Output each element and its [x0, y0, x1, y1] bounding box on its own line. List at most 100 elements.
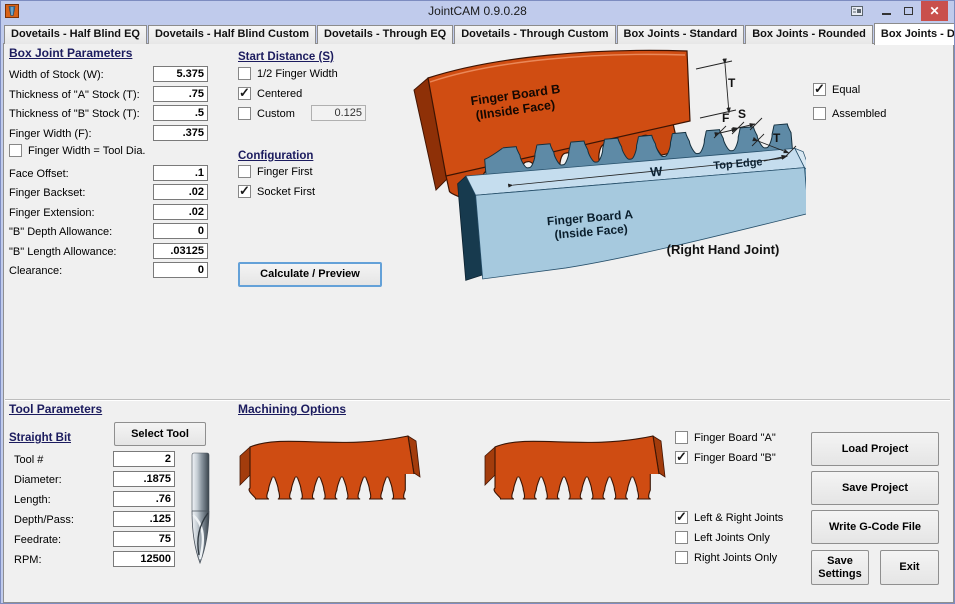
load-project-button[interactable]: Load Project: [811, 432, 939, 466]
right-joints-only-label: Right Joints Only: [694, 552, 777, 564]
svg-text:W: W: [650, 164, 664, 180]
centered-checkbox[interactable]: [238, 87, 251, 100]
dim-t-right-label: T: [773, 131, 781, 145]
b-length-allowance-input[interactable]: [153, 243, 208, 259]
finger-board-b-option-label: Finger Board "B": [694, 452, 776, 464]
save-project-button[interactable]: Save Project: [811, 471, 939, 505]
calculate-preview-button[interactable]: Calculate / Preview: [238, 262, 382, 287]
clearance-label: Clearance:: [9, 265, 62, 277]
width-of-stock-label: Width of Stock (W):: [9, 69, 104, 81]
router-bit-image: [179, 451, 223, 569]
maximize-icon: [904, 7, 913, 15]
b-depth-allowance-input[interactable]: [153, 223, 208, 239]
select-tool-button[interactable]: Select Tool: [114, 422, 206, 446]
socket-first-checkbox[interactable]: [238, 185, 251, 198]
tab-box-joints-standard[interactable]: Box Joints - Standard: [617, 25, 745, 44]
finger-board-a-checkbox[interactable]: [675, 431, 688, 444]
custom-label: Custom: [257, 108, 295, 120]
diameter-label: Diameter:: [14, 474, 62, 486]
finger-backset-input[interactable]: [153, 184, 208, 200]
configuration-heading: Configuration: [238, 150, 313, 162]
jointcam-window: JointCAM 0.9.0.28 ✕ Dovetails - Half Bli…: [0, 0, 955, 604]
dim-s-label: S: [738, 107, 746, 121]
finger-extension-label: Finger Extension:: [9, 207, 95, 219]
left-right-joints-checkbox[interactable]: [675, 511, 688, 524]
thickness-a-input[interactable]: [153, 86, 208, 102]
left-joints-only-label: Left Joints Only: [694, 532, 770, 544]
close-button[interactable]: ✕: [921, 1, 948, 21]
custom-checkbox[interactable]: [238, 107, 251, 120]
tab-dovetails-half-blind-eq[interactable]: Dovetails - Half Blind EQ: [4, 25, 147, 44]
tab-dovetails-through-eq[interactable]: Dovetails - Through EQ: [317, 25, 453, 44]
tool-number-input[interactable]: [113, 451, 175, 467]
half-finger-width-checkbox[interactable]: [238, 67, 251, 80]
rpm-label: RPM:: [14, 554, 42, 566]
rpm-input[interactable]: [113, 551, 175, 567]
tab-dovetails-through-custom[interactable]: Dovetails - Through Custom: [454, 25, 615, 44]
tool-number-label: Tool #: [14, 454, 43, 466]
close-icon: ✕: [929, 5, 939, 17]
dim-t-top-label: T: [728, 76, 736, 90]
machined-board-preview-left: [238, 425, 433, 515]
tab-dovetails-half-blind-custom[interactable]: Dovetails - Half Blind Custom: [148, 25, 316, 44]
b-depth-allowance-label: "B" Depth Allowance:: [9, 226, 112, 238]
equal-label: Equal: [832, 84, 860, 96]
assembled-checkbox[interactable]: [813, 107, 826, 120]
socket-first-label: Socket First: [257, 186, 315, 198]
custom-start-distance-input[interactable]: [311, 105, 366, 121]
left-right-joints-label: Left & Right Joints: [694, 512, 783, 524]
centered-label: Centered: [257, 88, 302, 100]
width-of-stock-input[interactable]: [153, 66, 208, 82]
assembled-label: Assembled: [832, 108, 886, 120]
right-hand-joint-label: (Right Hand Joint): [667, 242, 780, 257]
length-label: Length:: [14, 494, 51, 506]
feedrate-input[interactable]: [113, 531, 175, 547]
face-offset-input[interactable]: [153, 165, 208, 181]
machining-options-heading: Machining Options: [238, 402, 346, 416]
equal-checkbox[interactable]: [813, 83, 826, 96]
half-finger-width-label: 1/2 Finger Width: [257, 68, 338, 80]
finger-width-label: Finger Width (F):: [9, 128, 92, 140]
left-joints-only-checkbox[interactable]: [675, 531, 688, 544]
right-joints-only-checkbox[interactable]: [675, 551, 688, 564]
finger-width-tool-dia-checkbox[interactable]: [9, 144, 22, 157]
finger-first-label: Finger First: [257, 166, 313, 178]
save-settings-button[interactable]: Save Settings: [811, 550, 869, 585]
feedrate-label: Feedrate:: [14, 534, 61, 546]
bottom-group-divider: [5, 399, 950, 401]
diameter-input[interactable]: [113, 471, 175, 487]
joint-diagram: Finger Board B (IInside Face) W Top Edge…: [396, 43, 806, 289]
minimize-button[interactable]: [875, 1, 897, 21]
machined-board-preview-right: [483, 425, 678, 515]
write-gcode-button[interactable]: Write G-Code File: [811, 510, 939, 544]
tool-parameters-heading: Tool Parameters: [9, 402, 102, 416]
tab-box-joints-rounded[interactable]: Box Joints - Rounded: [745, 25, 873, 44]
depth-pass-input[interactable]: [113, 511, 175, 527]
finger-first-checkbox[interactable]: [238, 165, 251, 178]
start-distance-heading: Start Distance (S): [238, 51, 334, 63]
tab-strip: Dovetails - Half Blind EQ Dovetails - Ha…: [4, 23, 955, 44]
tab-box-joints-double-round[interactable]: Box Joints - Double Round: [874, 23, 955, 45]
thickness-b-input[interactable]: [153, 105, 208, 121]
exit-button[interactable]: Exit: [880, 550, 939, 585]
finger-board-b-checkbox[interactable]: [675, 451, 688, 464]
box-joint-parameters-heading: Box Joint Parameters: [9, 46, 132, 60]
finger-board-a-option-label: Finger Board "A": [694, 432, 776, 444]
finger-backset-label: Finger Backset:: [9, 187, 85, 199]
clearance-input[interactable]: [153, 262, 208, 278]
dim-f-label: F: [722, 111, 729, 125]
depth-pass-label: Depth/Pass:: [14, 514, 74, 526]
b-length-allowance-label: "B" Length Allowance:: [9, 246, 117, 258]
window-title: JointCAM 0.9.0.28: [1, 4, 954, 18]
face-offset-label: Face Offset:: [9, 168, 69, 180]
finger-width-input[interactable]: [153, 125, 208, 141]
minimize-icon: [882, 13, 891, 15]
straight-bit-heading: Straight Bit: [9, 432, 71, 444]
title-bar[interactable]: JointCAM 0.9.0.28 ✕: [1, 1, 954, 21]
finger-width-tool-dia-label: Finger Width = Tool Dia.: [28, 145, 146, 157]
finger-extension-input[interactable]: [153, 204, 208, 220]
thickness-b-label: Thickness of "B" Stock (T):: [9, 108, 140, 120]
touch-keyboard-icon[interactable]: [850, 4, 865, 18]
maximize-button[interactable]: [897, 1, 919, 21]
length-input[interactable]: [113, 491, 175, 507]
